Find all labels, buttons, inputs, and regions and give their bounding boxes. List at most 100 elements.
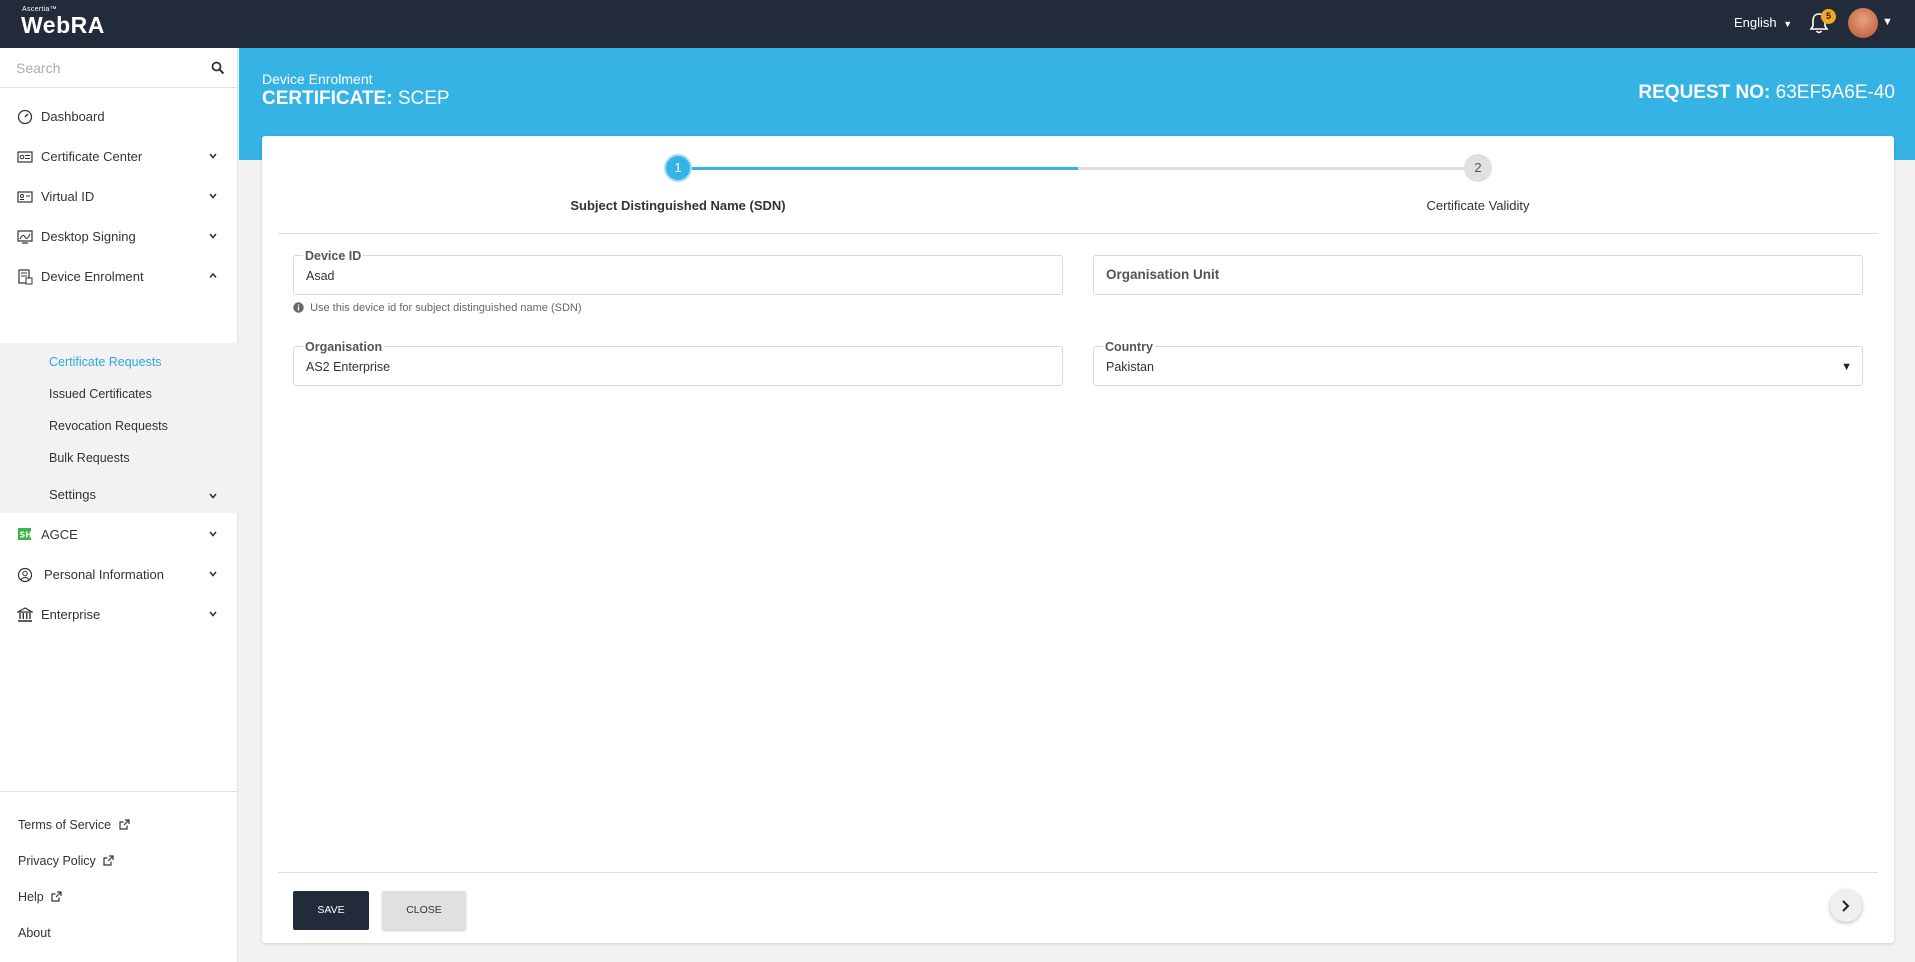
caret-down-icon: ▼: [1841, 361, 1852, 373]
bank-icon: [17, 607, 33, 622]
sidebar-item-device-enrolment[interactable]: Device Enrolment: [0, 257, 238, 297]
sidebar-item-dashboard[interactable]: Dashboard: [0, 97, 238, 137]
sidebar-item-label: Virtual ID: [41, 189, 95, 204]
request-number-prefix: REQUEST NO:: [1638, 82, 1771, 103]
help-link[interactable]: Help: [18, 890, 62, 904]
user-circle-icon: [17, 567, 33, 583]
chevron-down-icon[interactable]: ▼: [1882, 16, 1893, 28]
footer-link-label: Help: [18, 890, 44, 904]
sidebar-item-label: Personal Information: [44, 567, 164, 582]
next-step-button[interactable]: [1830, 890, 1862, 922]
chevron-down-icon: ▼: [1783, 19, 1793, 29]
sidebar-item-desktop-signing[interactable]: Desktop Signing: [0, 217, 238, 257]
submenu-certificate-requests[interactable]: Certificate Requests: [49, 355, 162, 369]
avatar[interactable]: [1848, 8, 1878, 38]
external-link-icon: [103, 855, 114, 866]
device-id-hint-text: Use this device id for subject distingui…: [310, 302, 582, 314]
top-bar: Ascertia™ WebRA English ▼ 5 ▼: [0, 0, 1915, 48]
submenu-bulk-requests[interactable]: Bulk Requests: [49, 451, 130, 465]
footer-link-label: Terms of Service: [18, 818, 112, 832]
step-2-label: Certificate Validity: [1426, 198, 1530, 213]
page-title-value: SCEP: [397, 88, 450, 109]
search-icon[interactable]: [211, 61, 225, 75]
chevron-down-icon: [209, 531, 217, 537]
sidebar-item-label: Dashboard: [41, 109, 105, 124]
webra-logo[interactable]: Ascertia™ WebRA: [21, 6, 105, 38]
footer-link-label: About: [18, 926, 51, 940]
country-select[interactable]: Country Pakistan ▼: [1093, 340, 1863, 386]
external-link-icon: [118, 819, 130, 830]
sidebar-item-label: AGCE: [41, 527, 78, 542]
stepper-progress-pending: [1078, 167, 1478, 170]
submenu-issued-certificates[interactable]: Issued Certificates: [49, 387, 152, 401]
language-selector[interactable]: English ▼: [1734, 15, 1792, 30]
device-id-hint: Use this device id for subject distingui…: [293, 302, 582, 314]
sidebar-item-label: Certificate Center: [41, 149, 143, 164]
submenu-revocation-requests[interactable]: Revocation Requests: [49, 419, 168, 433]
close-button[interactable]: CLOSE: [382, 891, 466, 930]
page-title-prefix: CERTIFICATE:: [262, 88, 393, 109]
footer-link-label: Privacy Policy: [18, 854, 96, 868]
organisation-unit-placeholder: Organisation Unit: [1106, 267, 1220, 282]
device-id-label: Device ID: [303, 249, 364, 263]
sidebar-item-enterprise[interactable]: Enterprise: [0, 595, 238, 635]
organisation-label: Organisation: [303, 340, 385, 354]
about-link[interactable]: About: [18, 926, 51, 940]
notification-badge: 5: [1821, 9, 1836, 24]
submenu-settings[interactable]: Settings: [0, 478, 238, 513]
chevron-up-icon: [209, 272, 217, 279]
sidebar-item-label: Device Enrolment: [41, 269, 144, 284]
country-label: Country: [1103, 340, 1155, 354]
save-button[interactable]: SAVE: [293, 891, 369, 930]
chevron-down-icon: [209, 153, 217, 159]
certificate-icon: [17, 151, 33, 163]
divider: [278, 233, 1878, 234]
sidebar-search: [0, 48, 238, 88]
divider: [278, 872, 1878, 873]
organisation-field[interactable]: Organisation AS2 Enterprise: [293, 340, 1063, 386]
chevron-right-icon: [1842, 900, 1850, 912]
step-1-label: Subject Distinguished Name (SDN): [570, 198, 786, 213]
stepper-progress-done: [678, 167, 1078, 170]
breadcrumb: Device Enrolment: [262, 71, 373, 87]
device-icon: [18, 269, 33, 285]
svg-text:SH: SH: [20, 531, 32, 540]
device-id-field[interactable]: Device ID Asad: [293, 249, 1063, 295]
page-title: CERTIFICATE: SCEP: [262, 88, 450, 110]
search-input[interactable]: [16, 57, 206, 79]
sidebar-item-personal-information[interactable]: Personal Information: [0, 555, 238, 595]
external-link-icon: [51, 891, 62, 902]
device-id-value: Asad: [306, 269, 335, 283]
sidebar-item-label: Desktop Signing: [41, 229, 136, 244]
sidebar-item-certificate-center[interactable]: Certificate Center: [0, 137, 238, 177]
terms-of-service-link[interactable]: Terms of Service: [18, 818, 130, 832]
info-icon: [293, 302, 304, 313]
sidebar-item-agce[interactable]: SH AGCE: [0, 515, 238, 555]
chevron-down-icon: [209, 233, 217, 239]
chevron-down-icon: [209, 611, 217, 617]
chevron-down-icon: [209, 571, 217, 577]
dashboard-icon: [17, 109, 33, 125]
sidebar: Dashboard Certificate Center Virtual ID …: [0, 48, 238, 962]
privacy-policy-link[interactable]: Privacy Policy: [18, 854, 114, 868]
chevron-down-icon: [209, 193, 217, 199]
id-card-icon: [17, 191, 33, 203]
request-number: REQUEST NO: 63EF5A6E-40: [1638, 82, 1895, 104]
step-2-indicator[interactable]: 2: [1464, 154, 1492, 182]
request-number-value: 63EF5A6E-40: [1775, 82, 1895, 103]
sidebar-footer: Terms of Service Privacy Policy Help Abo…: [0, 791, 238, 962]
enrolment-form-card: 1 2 Subject Distinguished Name (SDN) Cer…: [262, 136, 1894, 943]
device-enrolment-submenu: Certificate Requests Issued Certificates…: [0, 343, 238, 513]
organisation-value: AS2 Enterprise: [306, 360, 391, 374]
language-label: English: [1734, 15, 1777, 30]
agce-icon: SH: [18, 528, 32, 540]
chevron-down-icon: [209, 493, 217, 499]
brand-name: WebRA: [21, 12, 105, 38]
organisation-unit-field[interactable]: Organisation Unit: [1093, 255, 1863, 295]
signing-icon: [17, 230, 33, 244]
sidebar-item-label: Enterprise: [41, 607, 101, 622]
step-1-indicator[interactable]: 1: [664, 154, 692, 182]
country-value: Pakistan: [1106, 360, 1154, 374]
submenu-settings-label: Settings: [49, 487, 96, 502]
sidebar-item-virtual-id[interactable]: Virtual ID: [0, 177, 238, 217]
